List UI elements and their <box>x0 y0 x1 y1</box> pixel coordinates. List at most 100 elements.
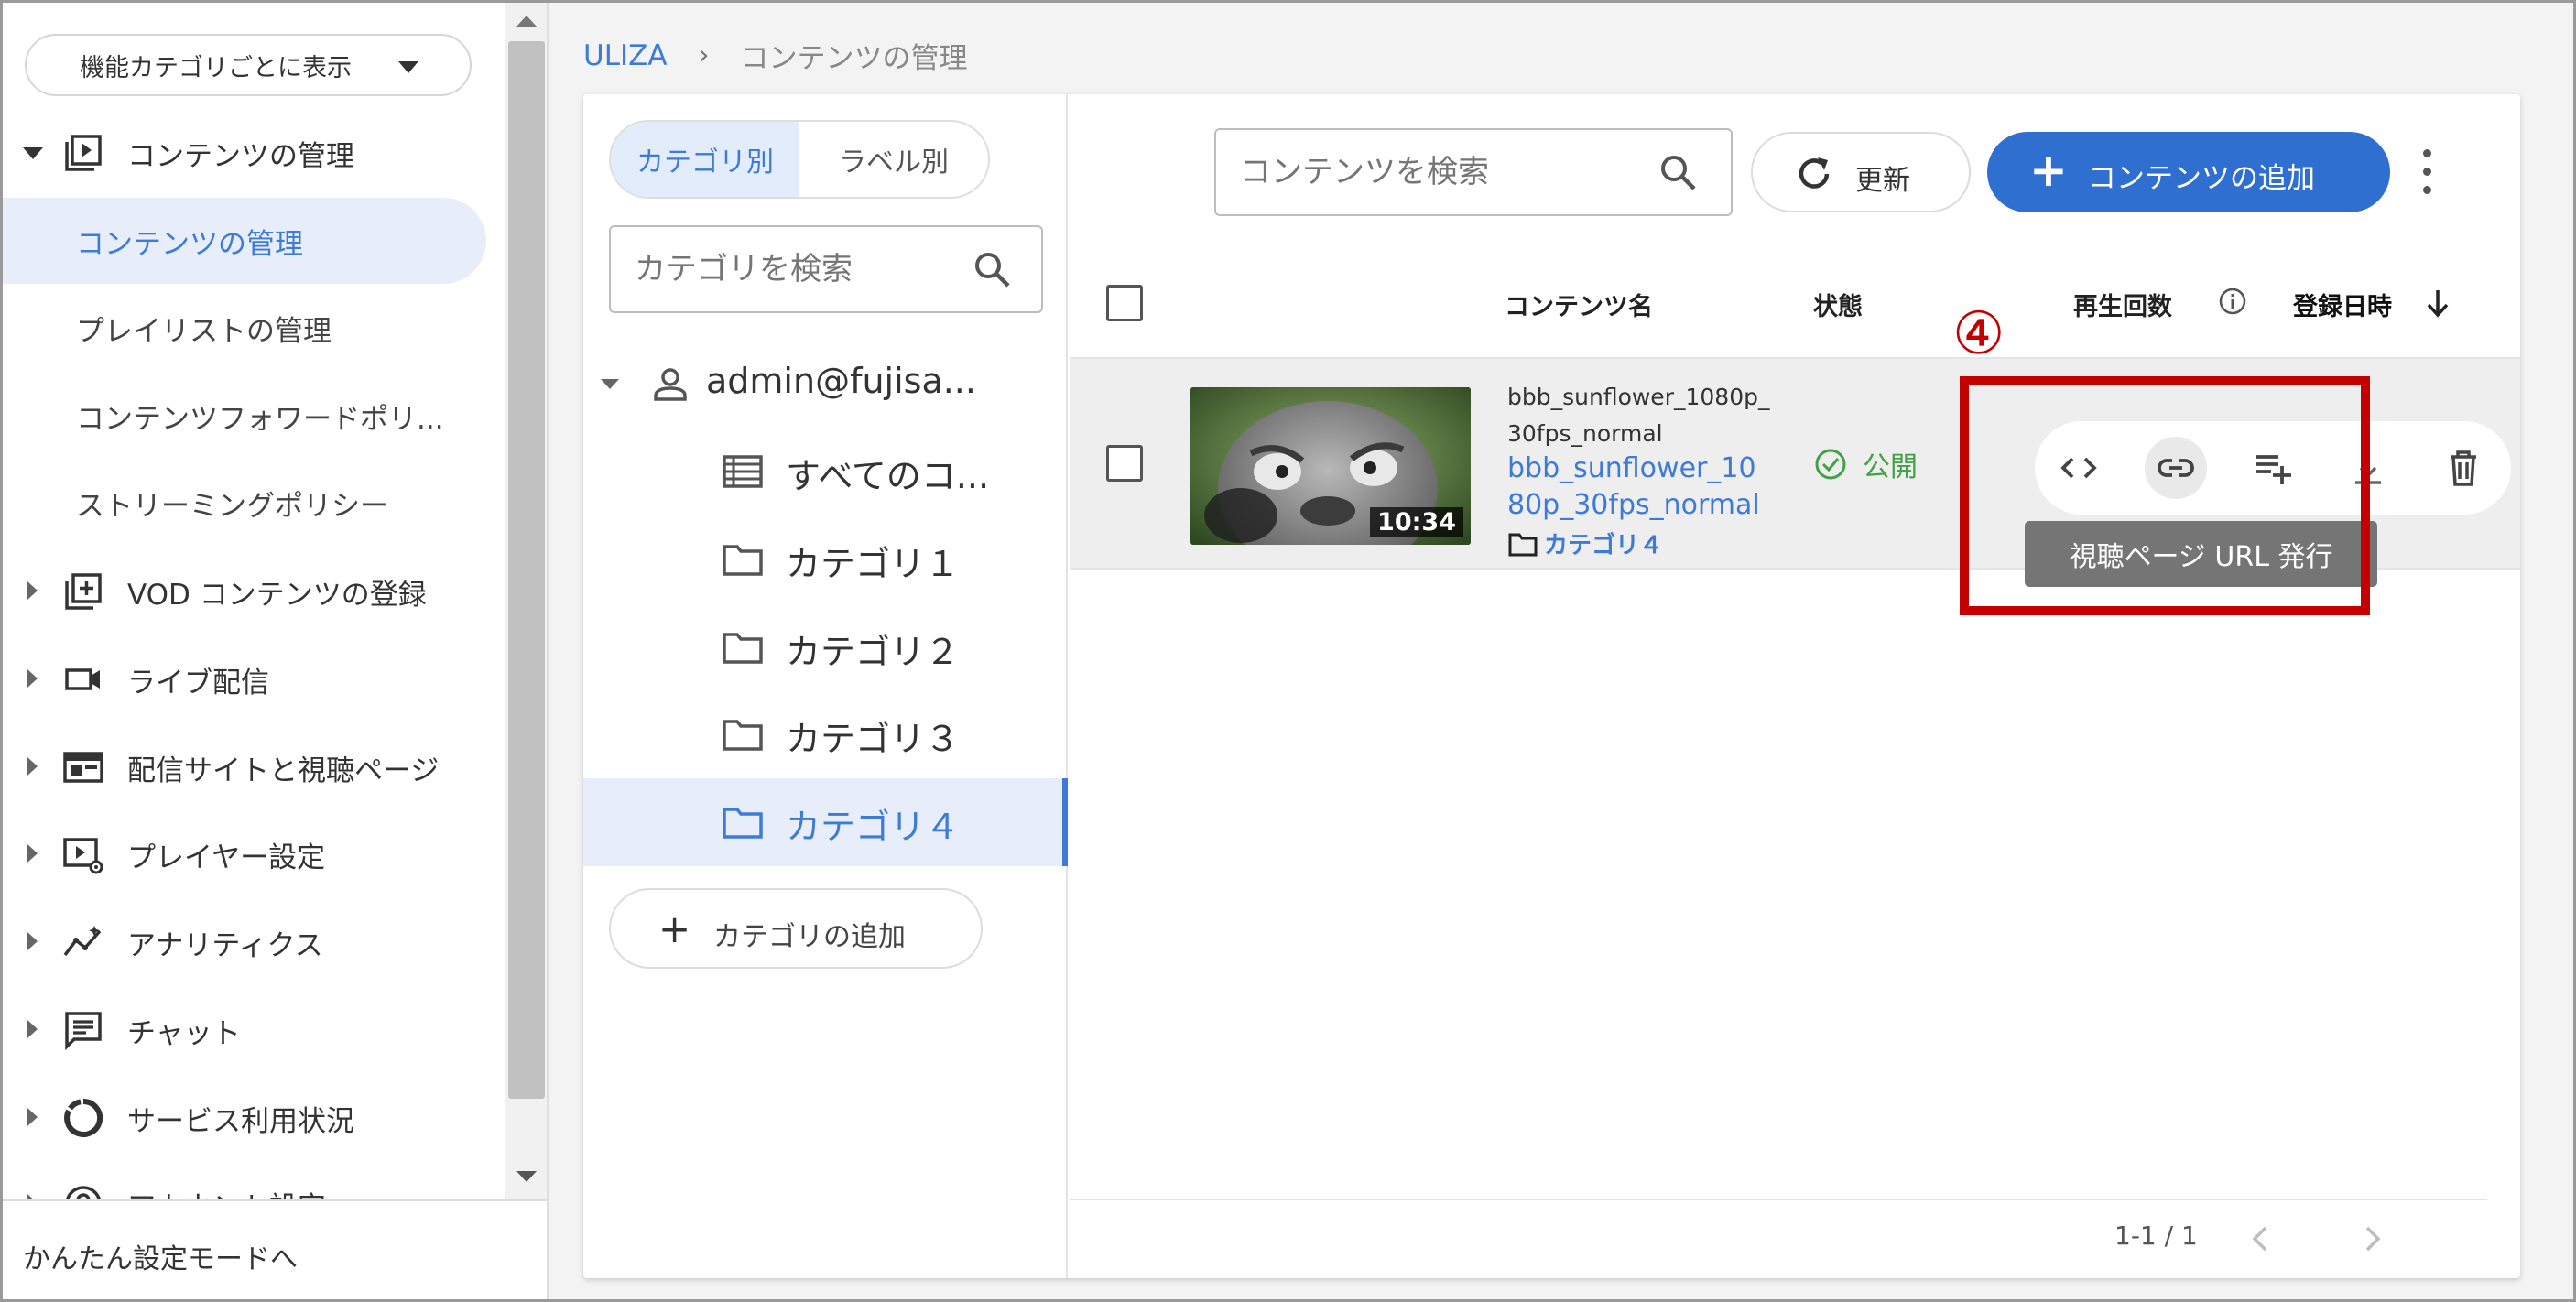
category-search-input[interactable] <box>635 245 964 293</box>
sidebar-scrollbar[interactable] <box>505 3 547 1199</box>
tree-item-account[interactable]: admin@fujisa... <box>583 341 1068 429</box>
content-category-chip[interactable]: カテゴリ４ <box>1507 526 1663 560</box>
category-search-field <box>609 225 1043 313</box>
refresh-label: 更新 <box>1855 165 1910 197</box>
tree-item-label: カテゴリ２ <box>786 632 961 672</box>
category-view-toggle: カテゴリ別 ラベル別 <box>609 120 990 199</box>
chevron-down-icon <box>398 61 418 73</box>
easy-mode-link[interactable]: かんたん設定モードへ <box>3 1199 547 1299</box>
sidebar: 機能カテゴリごとに表示 コンテンツの管理 コンテンツの管理 プレイリストの管理 … <box>3 3 505 1199</box>
folder-icon <box>723 720 763 751</box>
column-header-name[interactable]: コンテンツ名 <box>1505 287 1653 322</box>
annotation-highlight-box <box>1960 376 2370 615</box>
chevron-right-icon[interactable] <box>2353 1221 2390 1257</box>
delete-button[interactable] <box>2432 437 2494 499</box>
nav-item-playlist[interactable]: プレイリストの管理 <box>3 285 486 371</box>
video-duration: 10:34 <box>1370 507 1463 537</box>
account-settings-icon <box>65 1186 102 1199</box>
analytics-icon <box>63 926 102 957</box>
add-content-label: コンテンツの追加 <box>2088 162 2315 195</box>
nav-section-usage[interactable]: サービス利用状況 <box>3 1078 505 1156</box>
tree-item-label: すべてのコ... <box>786 456 990 496</box>
content-search-field <box>1214 128 1733 216</box>
search-icon[interactable] <box>972 249 1014 291</box>
delete-icon <box>2451 450 2476 486</box>
tree-item-label: カテゴリ３ <box>786 719 961 759</box>
tree-item-category-1[interactable]: カテゴリ１ <box>583 515 1068 603</box>
select-all-checkbox[interactable] <box>1106 285 1143 321</box>
nav-section-label: ライブ配信 <box>127 667 269 700</box>
player-settings-icon <box>63 838 103 874</box>
nav-section-label: VOD コンテンツの登録 <box>127 579 427 612</box>
nav-section-label: アカウント設定 <box>127 1184 326 1199</box>
content-file-name: bbb_sunflower_1080p_30fps_normal <box>1507 384 1770 447</box>
nav-section-label: コンテンツの管理 <box>127 140 354 173</box>
tree-item-category-3[interactable]: カテゴリ３ <box>583 690 1068 778</box>
expand-arrow-icon <box>23 147 43 159</box>
tree-item-all-contents[interactable]: すべてのコ... <box>583 428 1068 515</box>
sort-arrow-down-icon[interactable] <box>2423 287 2452 320</box>
collapse-arrow-icon <box>27 844 38 863</box>
nav-section-analytics[interactable]: アナリティクス <box>3 902 505 981</box>
nav-item-content-forward-policy[interactable]: コンテンツフォワードポリ... <box>3 373 486 459</box>
scroll-up-icon[interactable] <box>516 16 537 27</box>
collapse-arrow-icon <box>27 581 38 600</box>
refresh-icon <box>1799 157 1830 189</box>
nav-section-content[interactable]: コンテンツの管理 <box>3 113 505 191</box>
content-category-label: カテゴリ４ <box>1544 532 1664 559</box>
tree-item-label: admin@fujisa... <box>706 361 976 401</box>
column-header-status[interactable]: 状態 <box>1813 287 1863 322</box>
category-panel: カテゴリ別 ラベル別 admin@fujisa... すべてのコ... カテゴリ… <box>583 94 1068 1278</box>
nav-section-vod-register[interactable]: VOD コンテンツの登録 <box>3 551 505 630</box>
nav-section-label: アナリティクス <box>127 929 323 962</box>
video-thumbnail[interactable]: 10:34 <box>1190 387 1471 545</box>
refresh-button[interactable]: 更新 <box>1751 132 1971 212</box>
content-panel: 更新 + コンテンツの追加 コンテンツ名 状態 再生回数 登録日時 <box>1070 94 2520 1278</box>
annotation-step-number: ④ <box>1952 300 2005 368</box>
info-icon[interactable] <box>2217 286 2248 317</box>
web-layout-icon <box>63 752 103 783</box>
scroll-down-icon[interactable] <box>516 1171 537 1182</box>
more-options-icon[interactable] <box>2418 147 2436 199</box>
chevron-left-icon[interactable] <box>2243 1221 2279 1257</box>
nav-section-player[interactable]: プレイヤー設定 <box>3 814 505 893</box>
add-content-button[interactable]: + コンテンツの追加 <box>1987 132 2390 212</box>
folder-icon <box>1508 533 1538 556</box>
scrollbar-thumb[interactable] <box>508 41 545 1099</box>
add-category-label: カテゴリの追加 <box>713 921 906 953</box>
nav-item-streaming-policy[interactable]: ストリーミングポリシー <box>3 460 486 546</box>
collapse-arrow-icon <box>27 1020 38 1038</box>
tree-item-label: カテゴリ４ <box>786 807 961 847</box>
view-mode-select[interactable]: 機能カテゴリごとに表示 <box>25 34 472 96</box>
plus-icon: + <box>2029 144 2068 197</box>
nav-section-chat[interactable]: チャット <box>3 990 505 1069</box>
tree-item-category-4[interactable]: カテゴリ４ <box>583 778 1068 866</box>
nav-section-account[interactable]: アカウント設定 <box>3 1164 505 1199</box>
tab-by-label[interactable]: ラベル別 <box>799 122 988 197</box>
chat-icon <box>65 1012 102 1051</box>
row-checkbox[interactable] <box>1106 445 1143 482</box>
content-search-input[interactable] <box>1240 148 1643 196</box>
tab-by-category[interactable]: カテゴリ別 <box>611 122 799 197</box>
nav-section-live[interactable]: ライブ配信 <box>3 639 505 718</box>
nav-item-content-management[interactable]: コンテンツの管理 <box>3 198 486 284</box>
collapse-arrow-icon <box>27 669 38 688</box>
add-library-icon <box>65 573 102 610</box>
search-icon[interactable] <box>1658 152 1700 194</box>
column-header-plays[interactable]: 再生回数 <box>2073 287 2172 322</box>
content-title-link[interactable]: bbb_sunflower_1080p_30fps_normal <box>1507 450 1773 524</box>
nav-section-label: サービス利用状況 <box>127 1105 354 1138</box>
nav-section-sites[interactable]: 配信サイトと視聴ページ <box>3 727 505 806</box>
collapse-arrow-icon <box>27 757 38 776</box>
folder-icon <box>723 808 763 839</box>
pagination-divider <box>1070 1199 2487 1200</box>
plus-icon: + <box>658 906 691 951</box>
check-circle-icon <box>1815 449 1846 480</box>
add-category-button[interactable]: + カテゴリの追加 <box>609 888 983 969</box>
tree-item-category-2[interactable]: カテゴリ２ <box>583 603 1068 691</box>
content-card: カテゴリ別 ラベル別 admin@fujisa... すべてのコ... カテゴリ… <box>583 94 2520 1278</box>
column-header-registered[interactable]: 登録日時 <box>2293 287 2392 322</box>
status-badge: 公開 <box>1813 444 1918 484</box>
breadcrumb-root-link[interactable]: ULIZA <box>583 39 668 72</box>
play-box-icon <box>65 135 102 171</box>
